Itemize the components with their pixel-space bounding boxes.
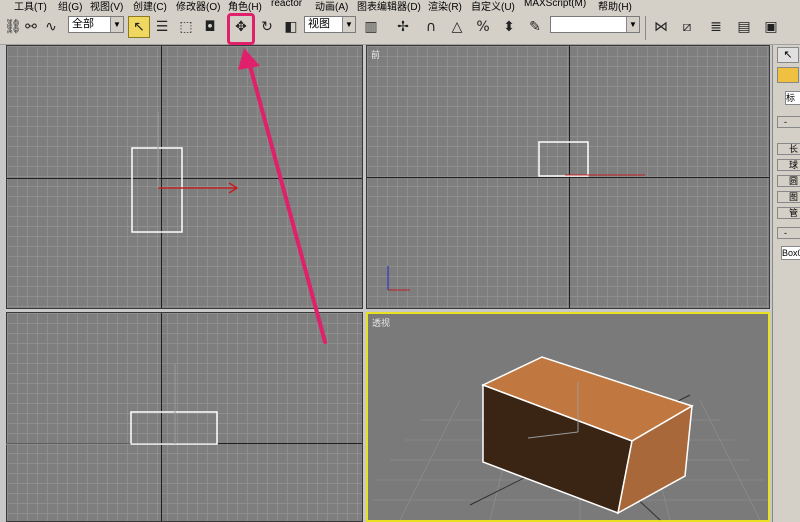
box-outline-front[interactable] — [538, 141, 589, 177]
box-outline-left[interactable] — [130, 411, 218, 445]
annotation-arrowhead — [238, 48, 260, 70]
move-tool-highlight — [227, 13, 255, 45]
box-outline-top[interactable] — [131, 147, 183, 233]
annotation-arrow — [247, 60, 327, 344]
scene-overlay — [6, 48, 768, 521]
